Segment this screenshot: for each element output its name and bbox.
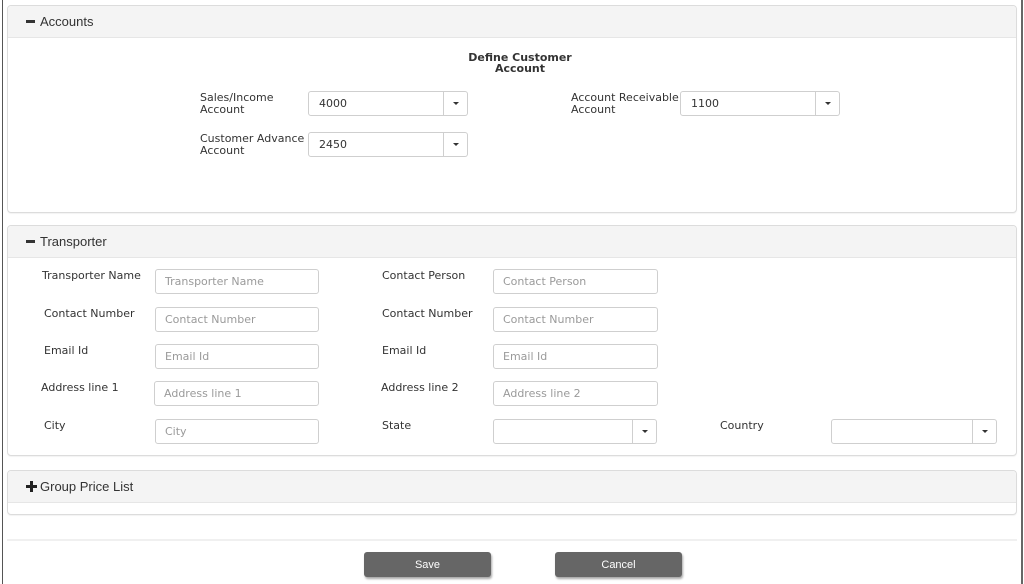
country-dropdown-button[interactable]: [973, 419, 997, 444]
email-id-2-input[interactable]: [493, 344, 658, 369]
label-line-2: Account: [200, 144, 245, 157]
email-id-input[interactable]: [155, 344, 319, 369]
transporter-name-label: Transporter Name: [42, 269, 141, 282]
caret-down-icon: [452, 143, 459, 146]
group-price-list-panel: Group Price List: [7, 470, 1017, 515]
accounts-panel-header[interactable]: Accounts: [8, 6, 1016, 38]
address-line-1-input[interactable]: [154, 381, 319, 406]
plus-icon[interactable]: [26, 481, 37, 492]
minus-icon[interactable]: [26, 16, 35, 27]
state-dropdown-button[interactable]: [633, 419, 657, 444]
customer-advance-account-value[interactable]: 2450: [308, 132, 444, 157]
window-border-right: [1021, 0, 1023, 584]
state-value[interactable]: [493, 419, 633, 444]
transporter-panel-header[interactable]: Transporter: [8, 226, 1016, 258]
caret-down-icon: [981, 430, 988, 433]
account-receivable-label: Account Receivable Account: [571, 92, 679, 116]
define-customer-account-title: Define Customer Account: [430, 52, 610, 74]
country-label: Country: [720, 419, 764, 432]
country-select[interactable]: [831, 419, 997, 444]
sales-income-account-label: Sales/Income Account: [200, 92, 273, 116]
account-receivable-value[interactable]: 1100: [680, 91, 816, 116]
transporter-name-input[interactable]: [155, 269, 319, 294]
window-border-left: [2, 0, 3, 584]
label-line-2: Account: [200, 103, 245, 116]
email-id-label: Email Id: [44, 344, 89, 357]
caret-down-icon: [641, 430, 648, 433]
contact-number-2-label: Contact Number: [382, 307, 473, 320]
state-select[interactable]: [493, 419, 657, 444]
save-button[interactable]: Save: [364, 552, 491, 577]
customer-advance-account-label: Customer Advance Account: [200, 133, 304, 157]
customer-advance-account-select[interactable]: 2450: [308, 132, 468, 157]
caret-down-icon: [824, 102, 831, 105]
sales-income-account-value[interactable]: 4000: [308, 91, 444, 116]
minus-icon[interactable]: [26, 236, 35, 247]
account-receivable-select[interactable]: 1100: [680, 91, 840, 116]
contact-number-label: Contact Number: [44, 307, 135, 320]
group-price-list-panel-header[interactable]: Group Price List: [8, 471, 1016, 503]
cancel-button[interactable]: Cancel: [555, 552, 682, 577]
contact-number-2-input[interactable]: [493, 307, 658, 332]
group-price-list-panel-title: Group Price List: [40, 479, 134, 494]
title-line-2: Account: [494, 62, 546, 75]
accounts-panel-title: Accounts: [40, 14, 94, 29]
accounts-panel: Accounts: [7, 5, 1017, 213]
caret-down-icon: [452, 102, 459, 105]
contact-number-input[interactable]: [155, 307, 319, 332]
sales-income-account-dropdown-button[interactable]: [444, 91, 468, 116]
city-input[interactable]: [155, 419, 319, 444]
contact-person-input[interactable]: [493, 269, 658, 294]
city-label: City: [44, 419, 66, 432]
footer-divider: [7, 539, 1017, 541]
customer-advance-account-dropdown-button[interactable]: [444, 132, 468, 157]
email-id-2-label: Email Id: [382, 344, 427, 357]
label-line-2: Account: [571, 103, 616, 116]
sales-income-account-select[interactable]: 4000: [308, 91, 468, 116]
address-line-1-label: Address line 1: [41, 381, 119, 394]
country-value[interactable]: [831, 419, 973, 444]
state-label: State: [382, 419, 412, 432]
transporter-panel-title: Transporter: [40, 234, 107, 249]
account-receivable-dropdown-button[interactable]: [816, 91, 840, 116]
contact-person-label: Contact Person: [382, 269, 466, 282]
address-line-2-label: Address line 2: [381, 381, 459, 394]
address-line-2-input[interactable]: [493, 381, 658, 406]
